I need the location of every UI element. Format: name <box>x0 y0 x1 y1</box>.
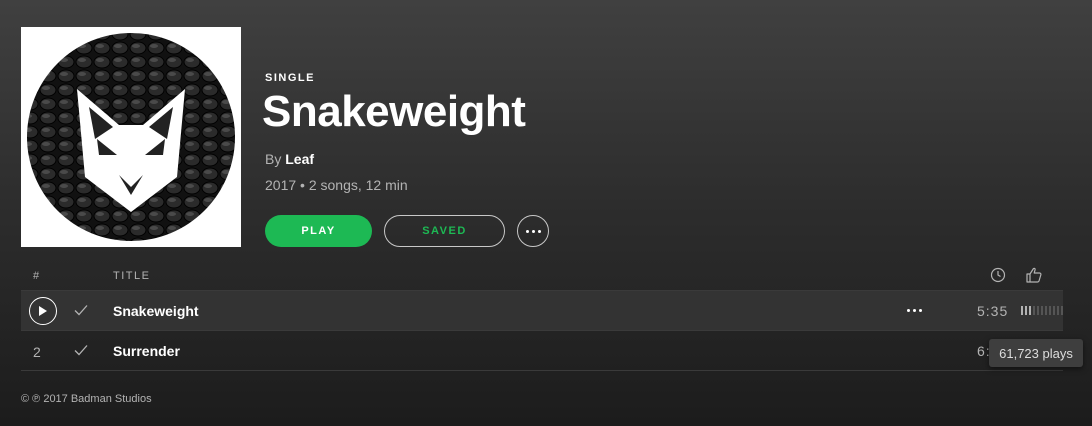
saved-check-icon[interactable] <box>73 302 89 321</box>
copyright-text: © ℗ 2017 Badman Studios <box>21 393 152 405</box>
tracklist-header: # TITLE <box>21 262 1063 291</box>
artist-link[interactable]: Leaf <box>285 151 314 167</box>
more-options-button[interactable] <box>517 215 549 247</box>
clock-icon[interactable] <box>990 267 1006 286</box>
track-more-icon[interactable] <box>907 309 922 312</box>
saved-button[interactable]: SAVED <box>384 215 505 247</box>
artist-line: By Leaf <box>265 151 314 167</box>
thumbs-up-icon[interactable] <box>1025 266 1043 287</box>
header-number: # <box>33 270 41 282</box>
play-button[interactable]: PLAY <box>265 215 372 247</box>
header-title[interactable]: TITLE <box>113 270 150 282</box>
track-duration: 5:35 <box>977 303 1009 319</box>
album-type-label: SINGLE <box>265 72 315 84</box>
table-row[interactable]: 2 Surrender 6: <box>21 331 1063 371</box>
track-title[interactable]: Snakeweight <box>113 303 199 319</box>
ellipsis-icon <box>525 229 541 233</box>
table-row[interactable]: Snakeweight 5:35 <box>21 291 1063 331</box>
track-title[interactable]: Surrender <box>113 343 180 359</box>
track-number: 2 <box>33 344 41 360</box>
by-prefix: By <box>265 151 282 167</box>
popularity-bar <box>1021 306 1063 315</box>
play-track-button[interactable] <box>29 297 57 325</box>
album-meta: 2017 • 2 songs, 12 min <box>265 177 408 193</box>
saved-check-icon[interactable] <box>73 342 89 361</box>
play-icon <box>39 306 47 316</box>
page-title: Snakeweight <box>262 87 526 136</box>
plays-tooltip: 61,723 plays <box>989 339 1083 367</box>
album-cover[interactable] <box>21 27 241 247</box>
fox-logo-icon <box>27 33 235 241</box>
